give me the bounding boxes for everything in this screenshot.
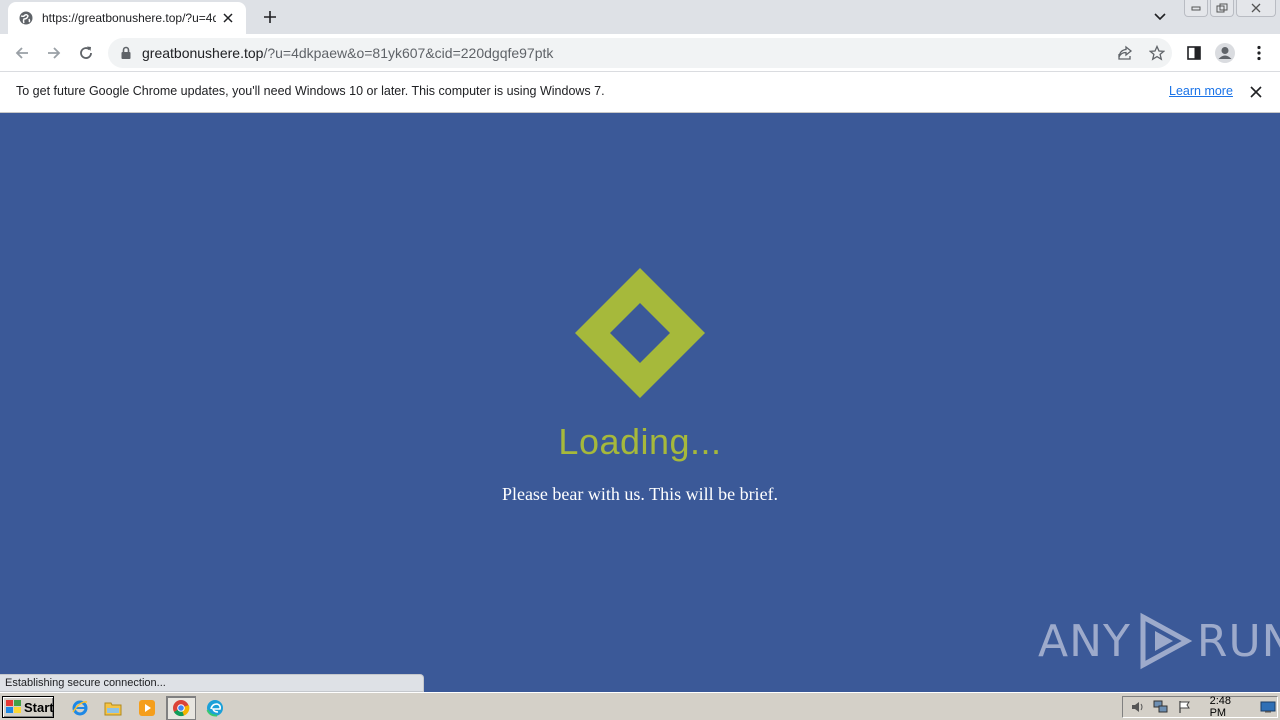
system-tray: 2:48 PM — [1122, 695, 1278, 719]
show-desktop-icon[interactable] — [1259, 699, 1277, 715]
reload-icon[interactable] — [75, 42, 97, 64]
anyrun-watermark: ANY RUN — [1038, 611, 1280, 671]
minimize-button[interactable] — [1184, 0, 1208, 17]
ie-icon[interactable] — [70, 698, 90, 718]
new-tab-button[interactable] — [258, 6, 282, 28]
tab-strip: https://greatbonushere.top/?u=4dkpaew&o=… — [0, 0, 1280, 34]
tab-title: https://greatbonushere.top/?u=4dkpaew&o=… — [42, 11, 217, 25]
taskbar-clock: 2:48 PM — [1209, 695, 1232, 719]
tab-close-icon[interactable] — [220, 10, 236, 26]
close-icon[interactable] — [1248, 84, 1264, 100]
browser-toolbar: greatbonushere.top/?u=4dkpaew&o=81yk607&… — [0, 34, 1280, 72]
start-button[interactable]: Start — [2, 696, 54, 718]
url-path: /?u=4dkpaew&o=81yk607&cid=220dgqfe97ptk — [263, 45, 554, 61]
browser-tab[interactable]: https://greatbonushere.top/?u=4dkpaew&o=… — [8, 2, 246, 34]
watermark-text-right: RUN — [1196, 615, 1280, 667]
back-icon[interactable] — [11, 42, 33, 64]
explorer-icon[interactable] — [103, 698, 123, 718]
media-player-icon[interactable] — [137, 698, 157, 718]
forward-icon[interactable] — [43, 42, 65, 64]
play-triangle-icon — [1135, 611, 1193, 671]
windows-taskbar: Start 2:48 PM — [0, 692, 1280, 720]
network-icon[interactable] — [1153, 699, 1171, 715]
windows-logo-icon — [6, 700, 22, 714]
globe-icon — [18, 10, 34, 26]
status-bubble: Establishing secure connection... — [0, 674, 424, 692]
learn-more-link[interactable]: Learn more — [1169, 84, 1233, 98]
side-panel-icon[interactable] — [1183, 42, 1205, 64]
loading-subtitle: Please bear with us. This will be brief. — [501, 484, 779, 504]
page-content: Loading... Please bear with us. This wil… — [0, 113, 1280, 692]
url-host: greatbonushere.top — [142, 45, 264, 61]
update-infobar: To get future Google Chrome updates, you… — [0, 72, 1280, 113]
loading-heading: Loading... — [558, 421, 722, 462]
share-icon[interactable] — [1116, 44, 1134, 62]
chrome-icon[interactable] — [166, 696, 196, 720]
address-bar[interactable]: greatbonushere.top/?u=4dkpaew&o=81yk607&… — [108, 38, 1172, 68]
star-icon[interactable] — [1148, 44, 1166, 62]
start-label: Start — [24, 699, 54, 715]
loading-diamond-icon — [575, 268, 705, 398]
edge-icon[interactable] — [205, 698, 225, 718]
close-window-button[interactable] — [1236, 0, 1276, 17]
action-center-flag-icon[interactable] — [1176, 699, 1194, 715]
lock-icon[interactable] — [120, 46, 134, 60]
volume-icon[interactable] — [1129, 699, 1147, 715]
menu-kebab-icon[interactable] — [1248, 42, 1270, 64]
chevron-down-icon[interactable] — [1150, 8, 1170, 26]
restore-button[interactable] — [1210, 0, 1234, 17]
watermark-text-left: ANY — [1038, 615, 1131, 667]
profile-avatar-icon[interactable] — [1214, 42, 1236, 64]
infobar-message: To get future Google Chrome updates, you… — [16, 84, 605, 98]
window-controls — [1184, 0, 1276, 18]
